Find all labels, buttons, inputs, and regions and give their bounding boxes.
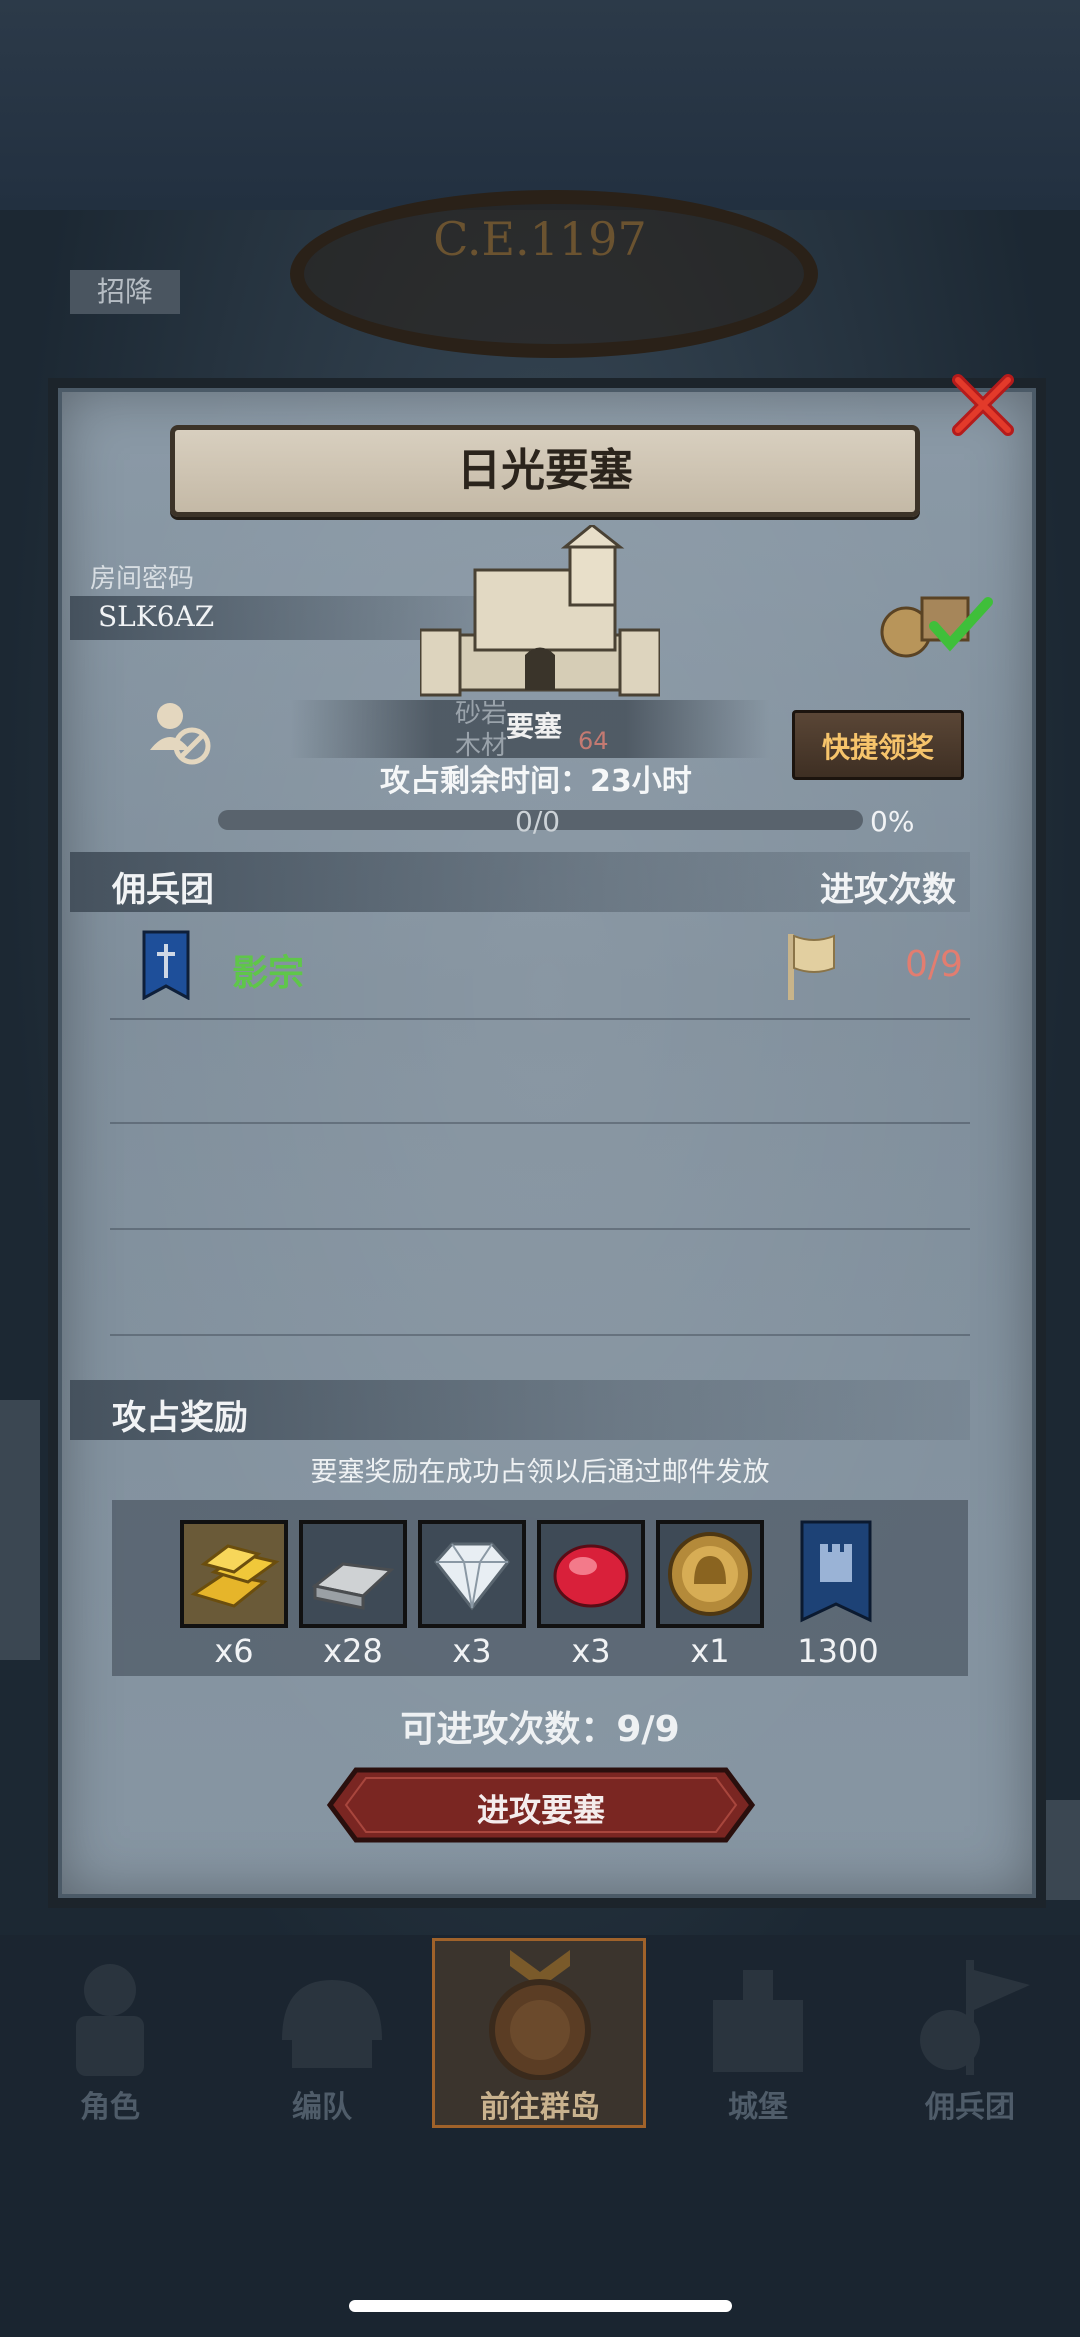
reward-slot[interactable]	[299, 1520, 407, 1628]
attempts-remaining: 可进攻次数：9/9	[400, 1709, 680, 1750]
knight-medal-icon	[668, 1532, 752, 1616]
reward-slot[interactable]	[656, 1520, 764, 1628]
gold-bars-icon	[190, 1544, 280, 1608]
fortress-tag: 要塞	[506, 710, 563, 743]
knight-icon	[76, 1964, 144, 2076]
claim-status-icon	[880, 596, 993, 658]
recruit-tab: 招降	[70, 270, 180, 314]
status-area	[0, 0, 1080, 210]
castle-icon	[713, 1970, 803, 2072]
era-label: C.E.1197	[433, 212, 647, 266]
reward-slot[interactable]	[418, 1520, 526, 1628]
left-side-decoration	[0, 1400, 40, 1660]
row-divider	[110, 1018, 970, 1020]
time-remaining: 攻占剩余时间：23小时	[380, 764, 692, 799]
auto-disabled-icon[interactable]	[144, 698, 214, 768]
close-icon[interactable]	[950, 372, 1016, 438]
quick-claim-button[interactable]: 快捷领奖	[792, 710, 964, 780]
reward-qty: x3	[452, 1632, 492, 1670]
fortress-icon	[420, 525, 660, 697]
castle-banner-icon	[800, 1520, 872, 1623]
nav-label-castle: 城堡	[728, 2090, 788, 2125]
nav-label-islands: 前往群岛	[480, 2090, 600, 2125]
compass-icon	[489, 1950, 591, 2081]
banner-icon	[920, 1960, 1030, 2075]
reward-qty: x28	[323, 1632, 383, 1670]
row-divider	[110, 1334, 970, 1336]
attack-count-header: 进攻次数	[820, 870, 956, 910]
guild-name: 影宗	[232, 953, 305, 994]
home-indicator[interactable]	[349, 2300, 732, 2312]
flag-icon	[788, 934, 835, 1000]
reward-slot[interactable]	[537, 1520, 645, 1628]
iron-ingot-icon	[311, 1562, 395, 1610]
mercenary-header: 佣兵团	[112, 870, 214, 910]
helmet-icon	[282, 1980, 382, 2068]
guild-attack-count: 0/9	[905, 944, 963, 985]
right-side-decoration	[1040, 1800, 1080, 1900]
progress-percent: 0%	[870, 805, 915, 838]
row-divider	[110, 1228, 970, 1230]
ruby-icon	[553, 1544, 629, 1608]
nav-label-team: 编队	[292, 2090, 352, 2125]
wood-value: 64	[578, 727, 609, 755]
dialog-title: 日光要塞	[457, 445, 633, 496]
reward-qty: x6	[214, 1632, 254, 1670]
nav-label-character: 角色	[80, 2090, 140, 2125]
reward-slot[interactable]	[180, 1520, 288, 1628]
reward-qty: x1	[690, 1632, 730, 1670]
reward-qty: 1300	[797, 1632, 879, 1670]
attack-button-label: 进攻要塞	[476, 1791, 605, 1829]
room-code-label: 房间密码	[90, 564, 195, 594]
nav-label-mercenary: 佣兵团	[925, 2090, 1015, 2125]
reward-header: 攻占奖励	[112, 1398, 248, 1438]
guild-banner-icon	[142, 930, 190, 1000]
reward-note: 要塞奖励在成功占领以后通过邮件发放	[310, 1457, 770, 1488]
diamond-icon	[434, 1542, 510, 1611]
room-code: SLK6AZ	[98, 600, 215, 633]
reward-qty: x3	[571, 1632, 611, 1670]
progress-count: 0/0	[515, 805, 561, 838]
row-divider	[110, 1122, 970, 1124]
